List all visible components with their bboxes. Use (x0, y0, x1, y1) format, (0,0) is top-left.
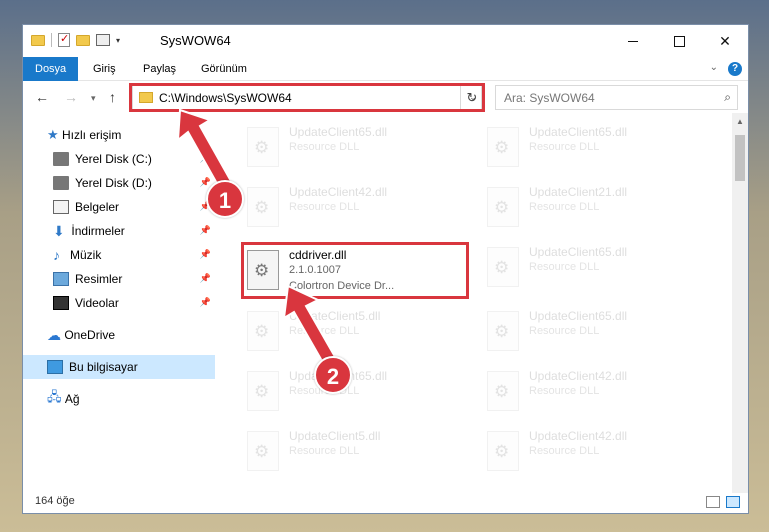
step-1-badge: 1 (206, 180, 244, 218)
step-2-badge: 2 (314, 356, 352, 394)
annotation-arrows (176, 108, 340, 370)
